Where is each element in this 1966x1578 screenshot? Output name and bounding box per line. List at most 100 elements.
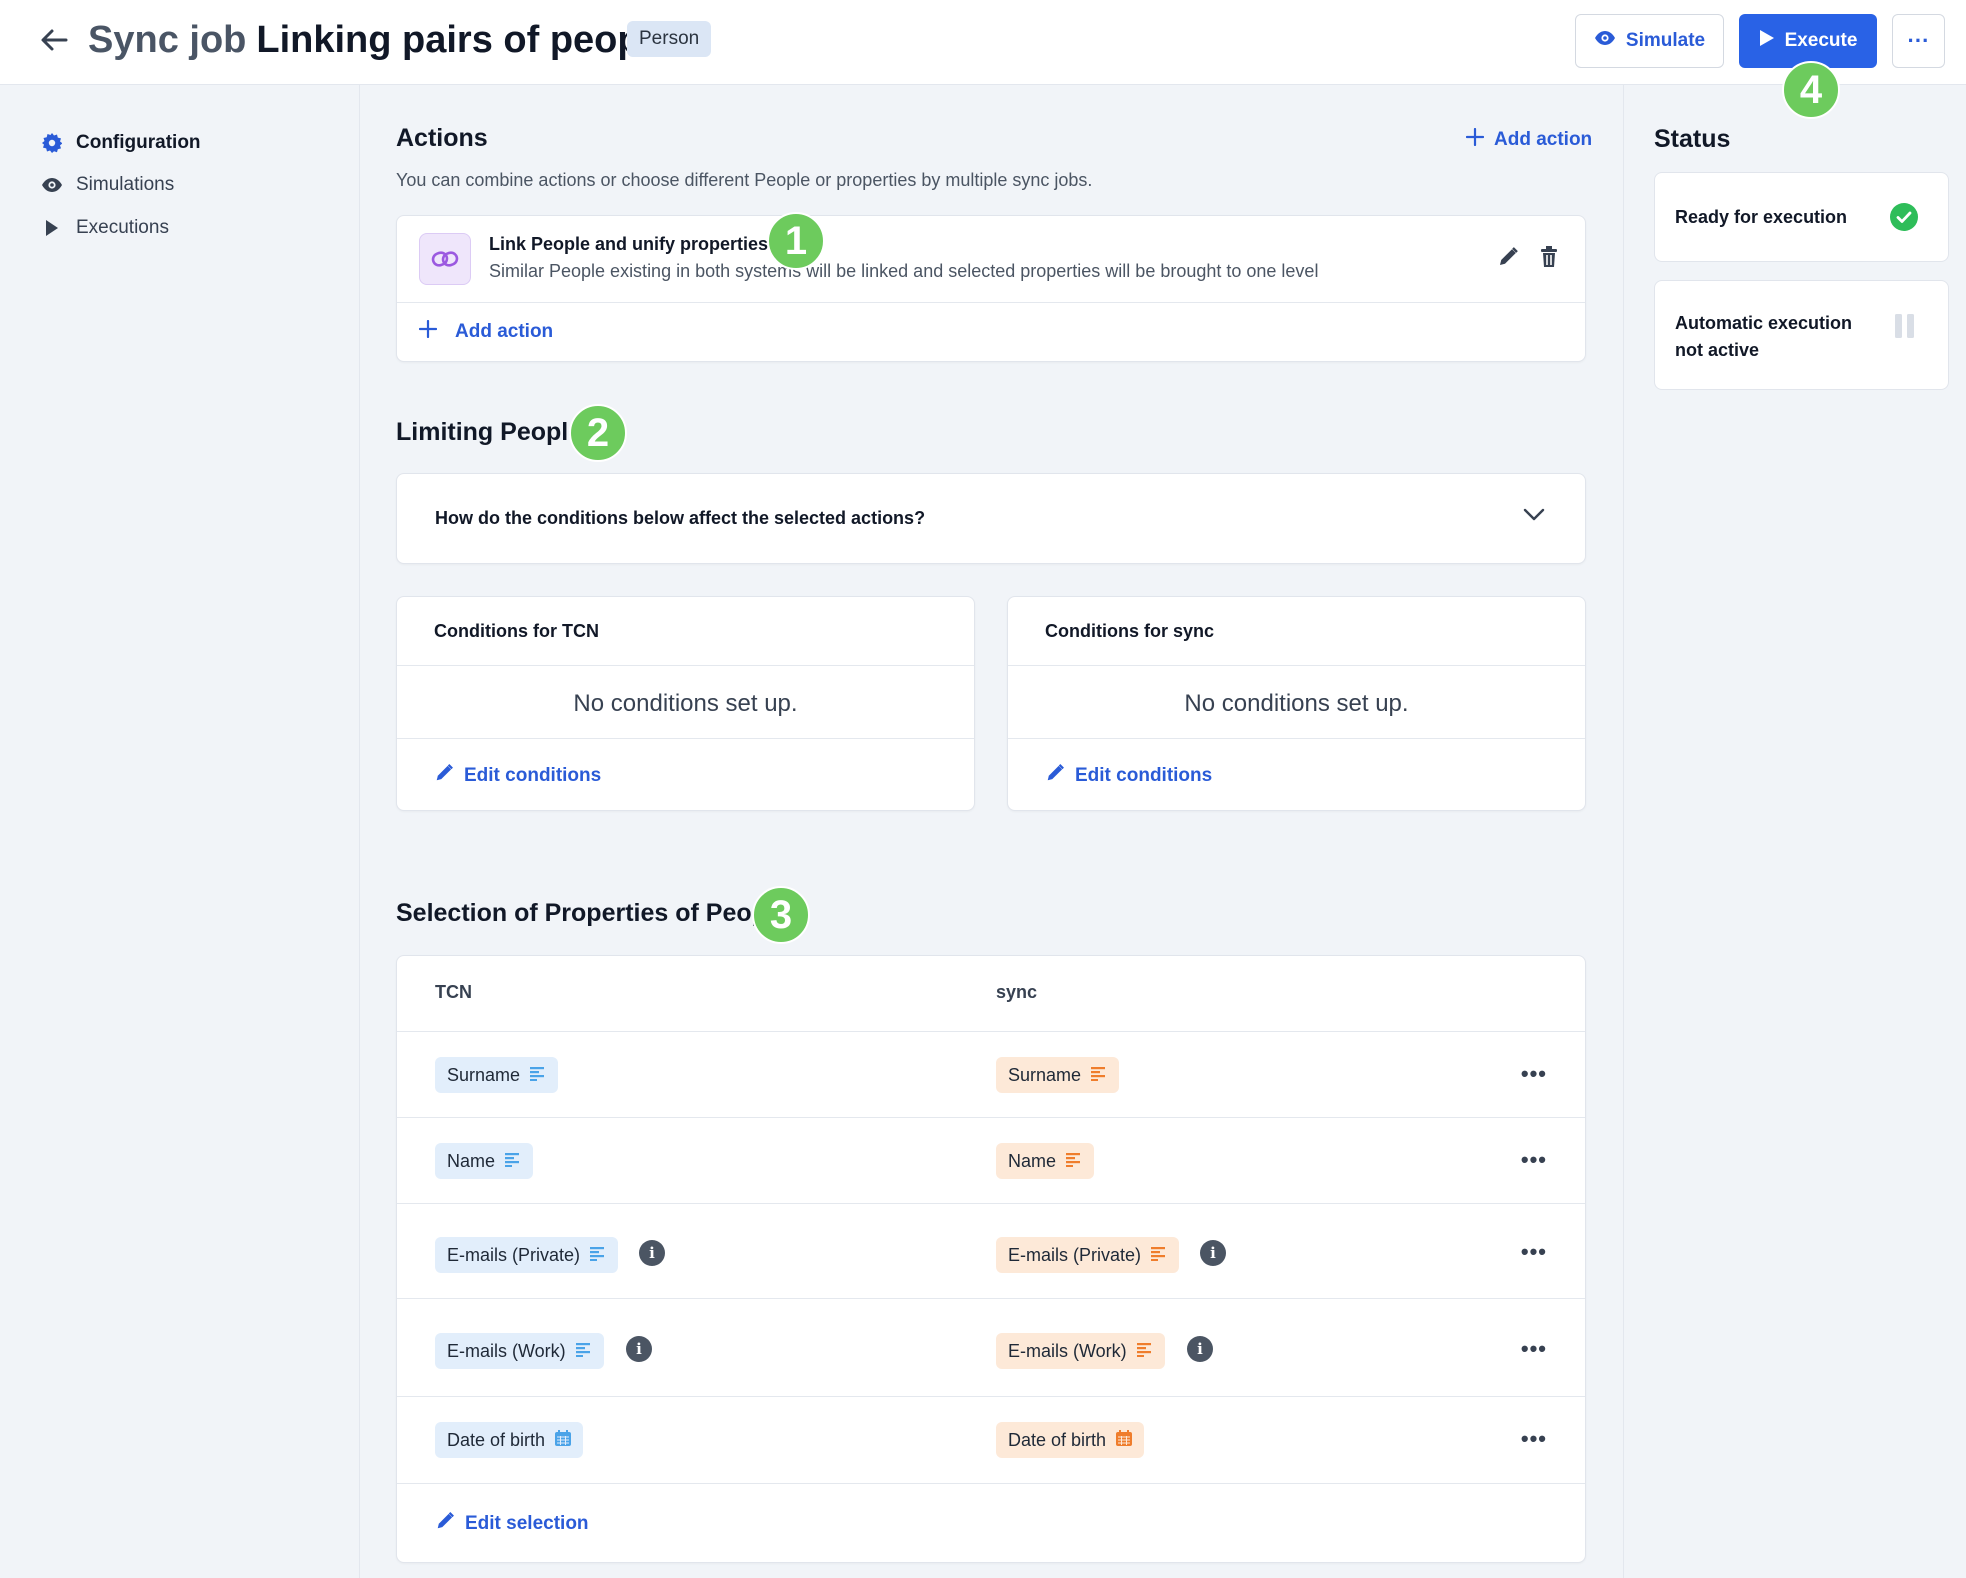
tcn-property-chip[interactable]: E-mails (Work) [435,1333,604,1369]
automatic-execution-card: Automatic execution not active [1654,280,1949,390]
conditions-tcn-card: Conditions for TCN No conditions set up.… [396,596,975,811]
sidebar-item-executions[interactable]: Executions [40,213,169,243]
entity-badge: Person [627,21,712,57]
info-icon[interactable]: i [626,1336,652,1362]
property-label: E-mails (Private) [1008,1244,1142,1265]
edit-conditions-sync-link[interactable]: Edit conditions [1045,763,1212,789]
tcn-property-chip[interactable]: Surname [435,1057,559,1093]
chevron-down-icon [1523,508,1545,527]
edit-pencil-icon[interactable] [1497,246,1521,270]
property-label: E-mails (Work) [1008,1340,1127,1361]
execute-button[interactable]: Execute [1739,14,1877,68]
add-action-bottom-link[interactable]: Add action [418,319,554,344]
row-more-button[interactable]: ••• [1521,1147,1547,1173]
edit-selection-link[interactable]: Edit selection [435,1511,589,1537]
action-title: Link People and unify properties [489,234,769,254]
info-icon[interactable]: i [1200,1240,1226,1266]
property-label: Surname [447,1064,521,1085]
column-header-sync: sync [996,982,1038,1002]
title-prefix: Sync job [88,19,247,61]
pause-icon[interactable] [1895,314,1915,343]
automatic-execution-line2: not active [1675,340,1760,360]
play-icon [1759,29,1775,53]
add-action-label: Add action [455,321,554,342]
calendar-icon [555,1429,572,1451]
row-more-button[interactable]: ••• [1521,1336,1547,1362]
text-field-icon [590,1245,606,1266]
pencil-icon [1045,763,1065,789]
property-label: Name [1008,1150,1057,1171]
edit-conditions-label: Edit conditions [1075,765,1213,786]
plus-icon [418,319,438,344]
status-panel: Status Ready for execution Automatic exe… [1623,85,1966,1578]
sidebar-item-label: Configuration [76,132,201,153]
text-field-icon [530,1065,546,1086]
conditions-sync-title: Conditions for sync [1045,621,1215,641]
status-heading: Status [1654,125,1731,153]
automatic-execution-text: Automatic execution not active [1675,310,1852,364]
edit-conditions-tcn-link[interactable]: Edit conditions [434,763,601,789]
step-marker-4: 4 [1782,61,1840,119]
faq-accordion[interactable]: How do the conditions below affect the s… [396,473,1586,564]
sidebar-item-configuration[interactable]: Configuration [40,128,201,158]
simulate-button[interactable]: Simulate [1575,14,1724,68]
edit-conditions-label: Edit conditions [464,765,602,786]
plus-icon [1465,127,1485,152]
calendar-icon [1116,1429,1133,1451]
sync-property-chip[interactable]: Surname [996,1057,1120,1093]
property-label: E-mails (Work) [447,1340,566,1361]
row-more-button[interactable]: ••• [1521,1239,1547,1265]
divider [397,1298,1585,1299]
simulate-label: Simulate [1625,30,1706,51]
tcn-property-chip[interactable]: E-mails (Private) [435,1237,619,1273]
tcn-property-chip[interactable]: Date of birth [435,1422,584,1458]
pencil-icon [434,763,454,789]
execute-label: Execute [1784,30,1858,51]
trash-icon[interactable] [1540,246,1562,270]
top-header: Sync job Linking pairs of people Person S… [0,0,1966,85]
text-field-icon [575,1341,592,1362]
faq-question: How do the conditions below affect the s… [435,508,926,528]
sync-property-chip[interactable]: Name [996,1143,1095,1179]
step-marker-2: 2 [569,404,627,462]
title-main: Linking pairs of people [256,19,673,61]
row-more-button[interactable]: ••• [1521,1426,1547,1452]
edit-selection-label: Edit selection [465,1513,589,1534]
selection-heading: Selection of Properties of People [396,899,788,927]
sync-property-chip[interactable]: E-mails (Work) [996,1333,1165,1369]
text-field-icon [1091,1065,1107,1086]
properties-table: TCN sync Surname Surname ••• Name Name •… [396,955,1586,1563]
column-header-tcn: TCN [435,982,472,1002]
sidebar-item-simulations[interactable]: Simulations [40,170,174,200]
add-action-top-link[interactable]: Add action [1465,127,1593,152]
info-icon[interactable]: i [1187,1336,1213,1362]
automatic-execution-line1: Automatic execution [1675,313,1853,333]
divider [397,1031,1585,1032]
property-label: E-mails (Private) [447,1244,581,1265]
conditions-sync-card: Conditions for sync No conditions set up… [1007,596,1586,811]
back-arrow-icon[interactable] [36,22,72,58]
info-icon[interactable]: i [639,1240,665,1266]
row-more-button[interactable]: ••• [1521,1061,1547,1087]
sync-property-chip[interactable]: E-mails (Private) [996,1237,1180,1273]
property-label: Date of birth [447,1429,546,1450]
divider [397,1117,1585,1118]
action-description: Similar People existing in both systems … [489,261,1319,281]
tcn-property-chip[interactable]: Name [435,1143,534,1179]
divider [397,1396,1585,1397]
text-field-icon [505,1151,521,1172]
link-icon [419,233,471,285]
add-action-label: Add action [1494,129,1593,150]
step-marker-1: 1 [767,212,825,270]
divider [397,738,974,739]
pencil-icon [435,1511,455,1537]
actions-description: You can combine actions or choose differ… [396,170,1093,190]
sync-property-chip[interactable]: Date of birth [996,1422,1145,1458]
text-field-icon [1136,1341,1153,1362]
divider [1008,665,1585,666]
more-options-button[interactable]: ··· [1892,14,1945,68]
ready-status-card: Ready for execution [1654,172,1949,262]
eye-icon [1594,30,1616,52]
divider [397,302,1585,303]
conditions-tcn-title: Conditions for TCN [434,621,599,641]
